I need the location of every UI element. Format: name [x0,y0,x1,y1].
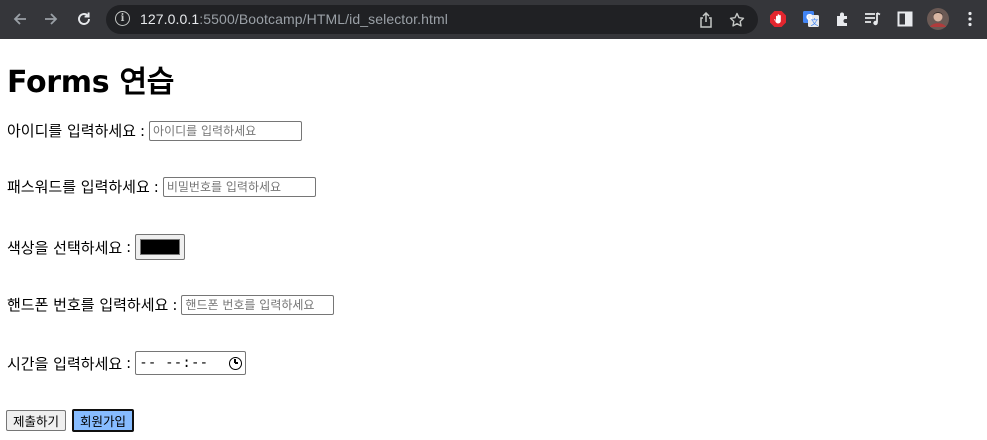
password-row: 패스워드를 입력하세요 : [7,176,316,197]
color-picker[interactable] [135,234,186,260]
more-menu-icon[interactable] [960,9,980,29]
url-path: :5500/Bootcamp/HTML/id_selector.html [199,11,449,27]
media-control-icon[interactable] [863,9,883,29]
time-row: 시간을 입력하세요 : -- --:-- [7,351,247,375]
forward-icon[interactable] [40,8,62,30]
id-row: 아이디를 입력하세요 : [7,120,303,141]
id-label: 아이디를 입력하세요 [7,122,136,140]
color-swatch [140,239,181,255]
submit-button[interactable]: 제출하기 [6,410,67,431]
svg-text:文: 文 [811,17,819,27]
password-colon: : [153,177,159,196]
password-input[interactable] [162,176,316,197]
share-icon[interactable] [697,11,715,29]
id-colon: : [139,121,146,140]
phone-input[interactable] [181,294,335,315]
phone-row: 핸드폰 번호를 입력하세요 : [7,294,335,315]
address-bar[interactable]: i 127.0.0.1:5500/Bootcamp/HTML/id_select… [106,5,758,34]
password-label: 패스워드를 입력하세요 [7,178,150,196]
side-panel-icon[interactable] [895,9,915,29]
url-host: 127.0.0.1 [140,11,200,27]
color-row: 색상을 선택하세요 : [7,234,186,260]
time-label: 시간을 입력하세요 [7,354,123,373]
signup-button[interactable]: 회원가입 [72,409,135,432]
extensions-puzzle-icon[interactable] [832,9,852,29]
adblock-extension-icon[interactable] [768,9,788,29]
color-label: 색상을 선택하세요 [7,238,123,257]
profile-avatar[interactable] [927,8,949,30]
color-colon: : [126,238,132,256]
phone-label: 핸드폰 번호를 입력하세요 [7,296,169,314]
id-input[interactable] [149,120,303,141]
page-content: Forms 연습 아이디를 입력하세요 : 패스워드를 입력하세요 : 색상을 … [0,39,987,440]
back-icon[interactable] [9,8,31,30]
translate-extension-icon[interactable]: G文 [801,9,821,29]
site-info-icon[interactable]: i [115,11,130,26]
clock-icon[interactable] [229,356,243,370]
time-input[interactable]: -- --:-- [135,351,247,375]
reload-icon[interactable] [73,8,95,30]
url-text[interactable]: 127.0.0.1:5500/Bootcamp/HTML/id_selector… [140,11,448,27]
page-title: Forms 연습 [7,65,175,100]
browser-toolbar: i 127.0.0.1:5500/Bootcamp/HTML/id_select… [0,0,987,39]
bookmark-star-icon[interactable] [728,11,746,29]
time-value: -- --:-- [139,355,209,371]
phone-colon: : [172,295,178,314]
time-colon: : [126,354,132,372]
